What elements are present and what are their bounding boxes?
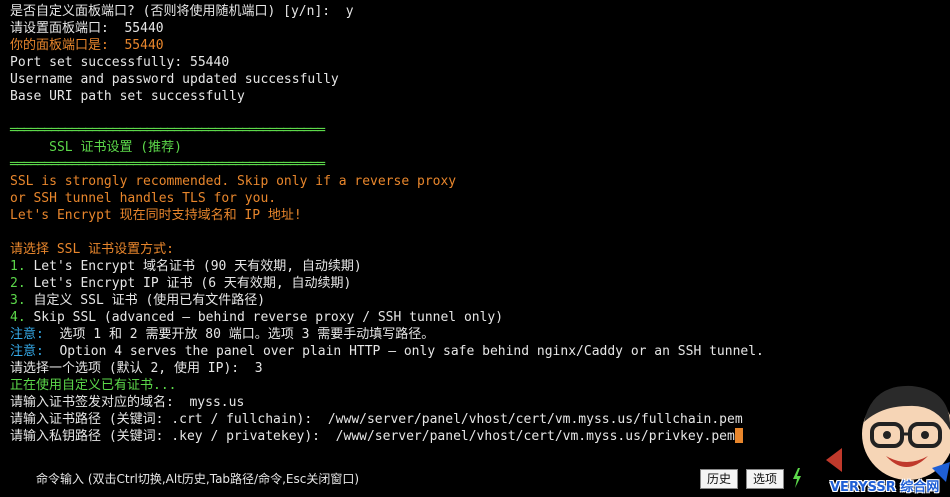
terminal-line: 请输入私钥路径 (关键词: .key / privatekey): /www/s…: [10, 428, 940, 445]
terminal-line: Port set successfully: 55440: [10, 54, 940, 71]
divider-rule: ════════════════════════════════════════…: [10, 157, 325, 172]
watermark-logo: VERYSSR 综合网: [812, 382, 950, 497]
terminal-text: 请选择一个选项 (默认 2, 使用 IP): 3: [10, 361, 263, 376]
terminal-text: 请设置面板端口: 55440: [10, 21, 164, 36]
terminal-text: 2.: [10, 276, 26, 291]
terminal-text: SSL is strongly recommended. Skip only i…: [10, 174, 457, 189]
terminal-text: 注意:: [10, 327, 44, 342]
terminal-line: 你的面板端口是: 55440: [10, 37, 940, 54]
terminal-text: 请输入证书路径 (关键词: .crt / fullchain): /www/se…: [10, 412, 743, 427]
terminal-line: 1. Let's Encrypt 域名证书 (90 天有效期, 自动续期): [10, 258, 940, 275]
terminal-text: 正在使用自定义已有证书...: [10, 378, 177, 393]
terminal-text: 选项 1 和 2 需要开放 80 端口。选项 3 需要手动填写路径。: [43, 327, 435, 342]
terminal-text: Skip SSL (advanced — behind reverse prox…: [25, 310, 504, 325]
terminal-line: ════════════════════════════════════════…: [10, 156, 940, 173]
text-cursor: [734, 428, 743, 443]
terminal-line: Let's Encrypt 现在同时支持域名和 IP 地址!: [10, 207, 940, 224]
terminal-line: 请设置面板端口: 55440: [10, 20, 940, 37]
terminal-line: 3. 自定义 SSL 证书 (使用已有文件路径): [10, 292, 940, 309]
terminal-text: 请选择 SSL 证书设置方式:: [10, 242, 174, 257]
terminal-line: SSL is strongly recommended. Skip only i…: [10, 173, 940, 190]
terminal-line: or SSH tunnel handles TLS for you.: [10, 190, 940, 207]
terminal-text: 3.: [10, 293, 26, 308]
terminal-output[interactable]: 是否自定义面板端口? (否则将使用随机端口) [y/n]: y 请设置面板端口: …: [10, 3, 940, 445]
terminal-line: 2. Let's Encrypt IP 证书 (6 天有效期, 自动续期): [10, 275, 940, 292]
terminal-text: Base URI path set successfully: [10, 89, 245, 104]
terminal-text: Username and password updated successful…: [10, 72, 339, 87]
terminal-text: 请输入证书签发对应的域名: myss.us: [10, 395, 245, 410]
terminal-line: ════════════════════════════════════════…: [10, 122, 940, 139]
terminal-text: 自定义 SSL 证书 (使用已有文件路径): [25, 293, 266, 308]
terminal-text: 1.: [10, 259, 26, 274]
terminal-text: 你的面板端口是: 55440: [10, 38, 164, 53]
terminal-text: Option 4 serves the panel over plain HTT…: [43, 344, 764, 359]
terminal-text: 4.: [10, 310, 26, 325]
terminal-line: 请选择一个选项 (默认 2, 使用 IP): 3: [10, 360, 940, 377]
terminal-line: SSL 证书设置 (推荐): [10, 139, 940, 156]
terminal-line: 正在使用自定义已有证书...: [10, 377, 940, 394]
terminal-text: Let's Encrypt 域名证书 (90 天有效期, 自动续期): [25, 259, 362, 274]
command-input-bar[interactable]: 命令输入 (双击Ctrl切换,Alt历史,Tab路径/命令,Esc关闭窗口) 历…: [0, 462, 950, 497]
terminal-window[interactable]: 是否自定义面板端口? (否则将使用随机端口) [y/n]: y 请设置面板端口: …: [0, 0, 950, 497]
terminal-text: Let's Encrypt 现在同时支持域名和 IP 地址!: [10, 208, 302, 223]
options-button[interactable]: 选项: [746, 469, 785, 489]
terminal-text: Let's Encrypt IP 证书 (6 天有效期, 自动续期): [25, 276, 352, 291]
terminal-line: 请输入证书路径 (关键词: .crt / fullchain): /www/se…: [10, 411, 940, 428]
terminal-line: 请选择 SSL 证书设置方式:: [10, 241, 940, 258]
terminal-line: 4. Skip SSL (advanced — behind reverse p…: [10, 309, 940, 326]
terminal-text: Port set successfully: 55440: [10, 55, 230, 70]
terminal-line: Username and password updated successful…: [10, 71, 940, 88]
history-button[interactable]: 历史: [700, 469, 739, 489]
terminal-line: 注意: Option 4 serves the panel over plain…: [10, 343, 940, 360]
terminal-line: 注意: 选项 1 和 2 需要开放 80 端口。选项 3 需要手动填写路径。: [10, 326, 940, 343]
command-input-hint[interactable]: 命令输入 (双击Ctrl切换,Alt历史,Tab路径/命令,Esc关闭窗口): [36, 470, 359, 487]
terminal-line: 是否自定义面板端口? (否则将使用随机端口) [y/n]: y: [10, 3, 940, 20]
terminal-text: SSL 证书设置 (推荐): [10, 140, 182, 155]
terminal-text: 注意:: [10, 344, 44, 359]
terminal-text: or SSH tunnel handles TLS for you.: [10, 191, 277, 206]
watermark-text: VERYSSR 综合网: [830, 480, 940, 495]
divider-rule: ════════════════════════════════════════…: [10, 123, 325, 138]
terminal-text: 是否自定义面板端口? (否则将使用随机端口) [y/n]: y: [10, 4, 354, 19]
terminal-text: 请输入私钥路径 (关键词: .key / privatekey): /www/s…: [10, 429, 735, 444]
terminal-line: 请输入证书签发对应的域名: myss.us: [10, 394, 940, 411]
terminal-line: Base URI path set successfully: [10, 88, 940, 105]
lightning-bolt-icon[interactable]: [792, 468, 802, 488]
